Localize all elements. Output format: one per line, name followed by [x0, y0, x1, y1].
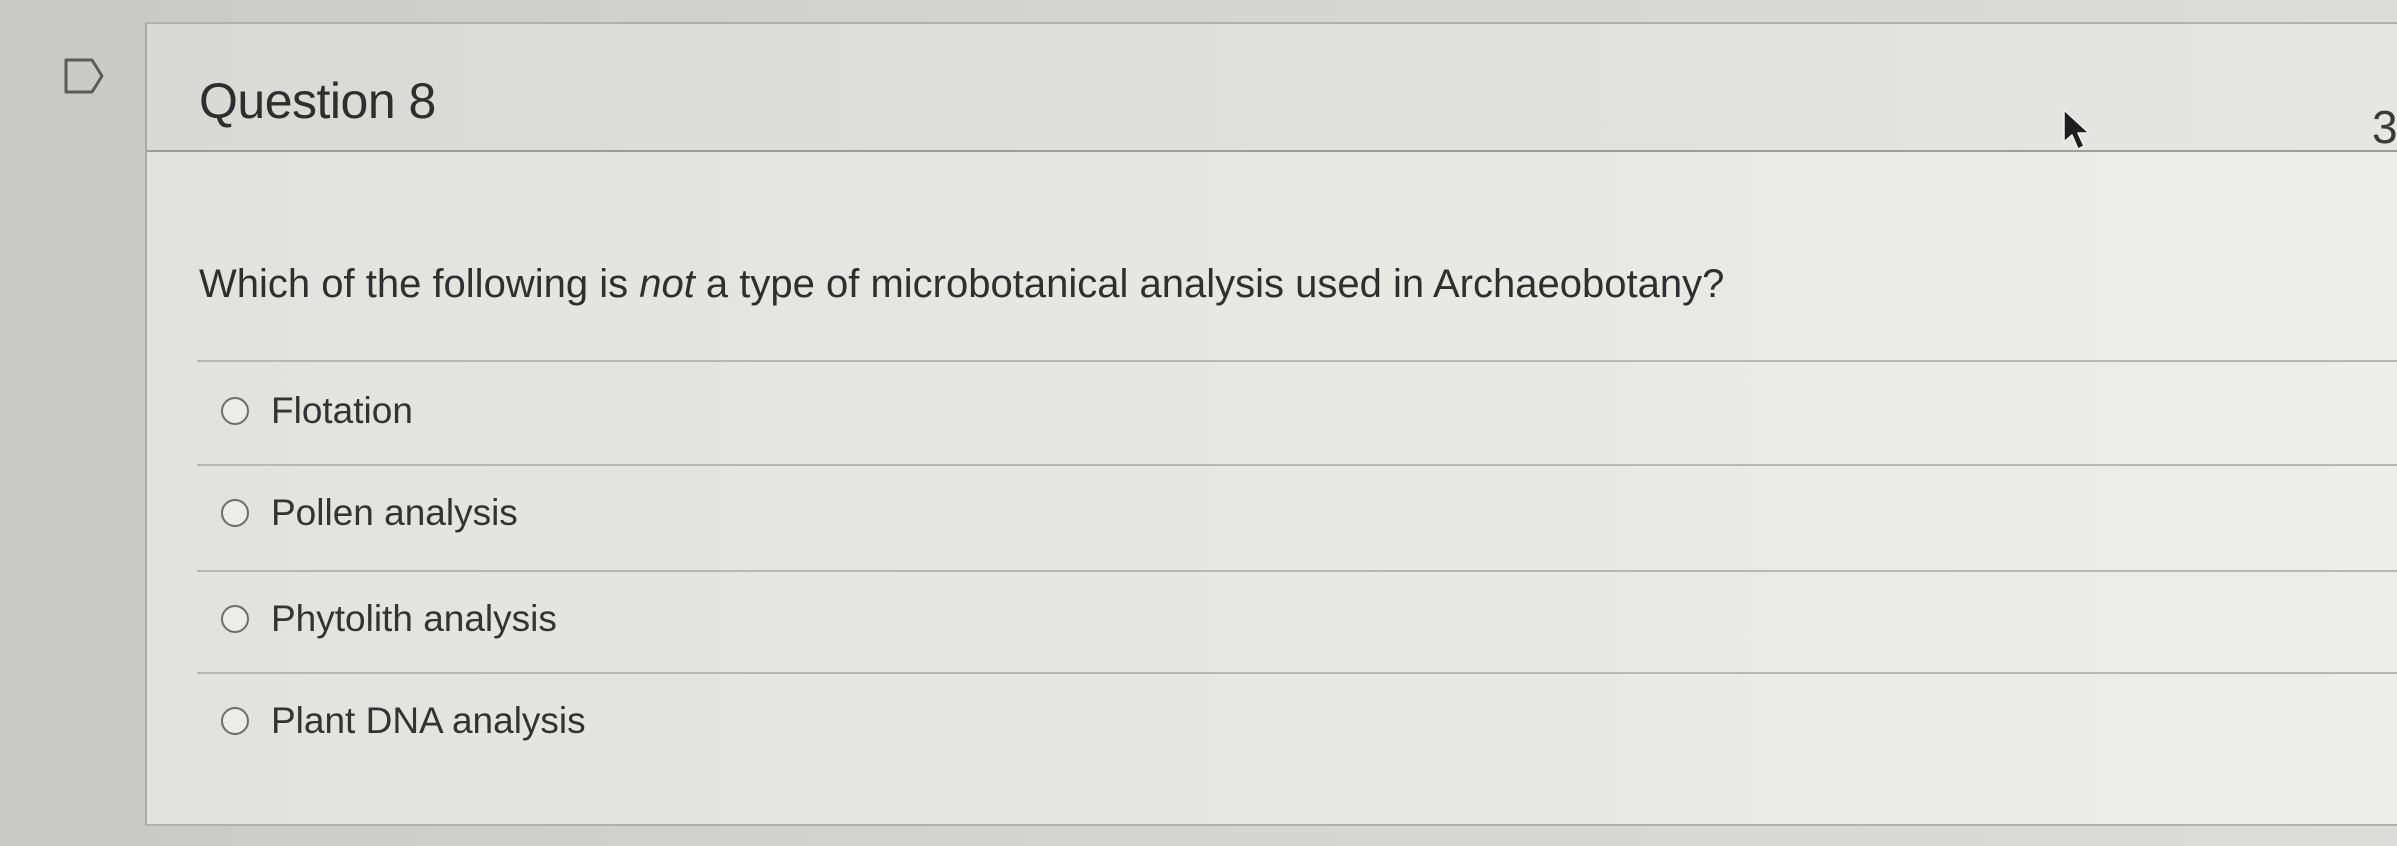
- answer-label: Phytolith analysis: [271, 598, 557, 639]
- radio-unselected-icon[interactable]: [221, 605, 249, 633]
- answer-label: Flotation: [271, 390, 413, 431]
- question-prompt: Which of the following is not a type of …: [199, 262, 1724, 307]
- question-header: Question 8 3: [147, 24, 2397, 153]
- radio-unselected-icon[interactable]: [221, 397, 249, 425]
- flag-question-icon[interactable]: [64, 58, 104, 94]
- answer-divider: [197, 464, 2397, 466]
- answer-label: Plant DNA analysis: [271, 700, 586, 741]
- question-card: Question 8 3 Which of the following is n…: [145, 22, 2397, 826]
- answer-divider: [197, 360, 2397, 362]
- answer-divider: [197, 672, 2397, 674]
- prompt-emphasis: not: [639, 262, 695, 306]
- answer-option-plant-dna-analysis[interactable]: Plant DNA analysis: [221, 696, 586, 746]
- answer-option-pollen-analysis[interactable]: Pollen analysis: [221, 488, 518, 538]
- answer-option-flotation[interactable]: Flotation: [221, 386, 413, 436]
- question-points: 3: [2372, 101, 2397, 153]
- prompt-part-2: a type of microbotanical analysis used i…: [694, 262, 1725, 306]
- radio-unselected-icon[interactable]: [221, 499, 249, 527]
- question-title: Question 8: [199, 73, 436, 129]
- mouse-pointer-icon: [2063, 109, 2090, 150]
- answer-option-phytolith-analysis[interactable]: Phytolith analysis: [221, 594, 557, 644]
- radio-unselected-icon[interactable]: [221, 707, 249, 735]
- answer-divider: [197, 570, 2397, 572]
- prompt-part-1: Which of the following is: [199, 262, 640, 306]
- answer-label: Pollen analysis: [271, 492, 518, 533]
